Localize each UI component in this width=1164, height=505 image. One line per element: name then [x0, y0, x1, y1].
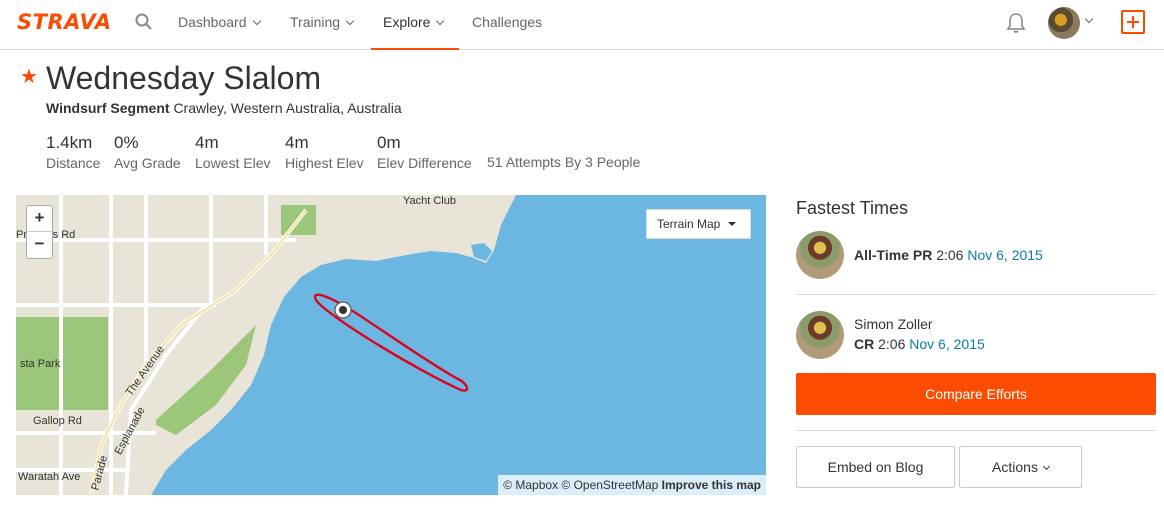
nav-challenges[interactable]: Challenges: [472, 0, 542, 50]
chevron-down-icon: [436, 16, 445, 26]
stat-highest-elev: 4m Highest Elev: [285, 133, 364, 171]
top-nav: STRAVA Dashboard Training Explore Challe…: [0, 0, 1164, 50]
segment-location: Crawley, Western Australia, Australia: [173, 100, 402, 116]
attempts-count: 51 Attempts By 3 People: [487, 154, 641, 170]
stat-elev-difference: 0m Elev Difference: [377, 133, 472, 171]
stat-distance: 1.4km Distance: [46, 133, 101, 171]
plus-icon[interactable]: [1121, 10, 1145, 34]
pr-effort: All-Time PR 2:06 Nov 6, 2015: [854, 247, 1043, 263]
star-icon[interactable]: ★: [20, 64, 38, 89]
avatar[interactable]: [1048, 7, 1080, 39]
chevron-down-icon: [252, 16, 261, 26]
pr-date-link[interactable]: Nov 6, 2015: [967, 247, 1043, 263]
segment-type: Windsurf Segment: [46, 100, 170, 116]
nav-explore[interactable]: Explore: [371, 0, 459, 50]
zoom-in-button[interactable]: +: [27, 206, 52, 232]
segment-map[interactable]: Princess Rd sta Park Gallop Rd Waratah A…: [16, 195, 766, 495]
map-layer-select[interactable]: Terrain Map: [646, 209, 751, 239]
map-label: Yacht Club: [403, 195, 456, 207]
strava-logo[interactable]: STRAVA: [17, 10, 112, 34]
compare-efforts-button[interactable]: Compare Efforts: [796, 373, 1156, 415]
actions-button[interactable]: Actions: [959, 446, 1082, 488]
avatar[interactable]: [796, 231, 844, 279]
map-label: Gallop Rd: [33, 415, 82, 427]
stat-avg-grade: 0% Avg Grade: [114, 133, 181, 171]
cr-date-link[interactable]: Nov 6, 2015: [909, 336, 985, 352]
caret-down-icon: [728, 222, 736, 226]
avatar[interactable]: [796, 311, 844, 359]
nav-training[interactable]: Training: [290, 0, 355, 50]
divider: [796, 294, 1156, 295]
nav-dashboard[interactable]: Dashboard: [178, 0, 261, 50]
map-canvas[interactable]: [16, 195, 766, 495]
bell-icon[interactable]: [1006, 12, 1026, 34]
search-icon[interactable]: [135, 13, 153, 31]
map-label: sta Park: [20, 358, 61, 370]
stat-lowest-elev: 4m Lowest Elev: [195, 133, 271, 171]
cr-effort: CR 2:06 Nov 6, 2015: [854, 336, 985, 352]
chevron-down-icon: [1042, 462, 1050, 471]
embed-on-blog-button[interactable]: Embed on Blog: [796, 446, 955, 488]
chevron-down-icon: [345, 16, 355, 26]
page-title: Wednesday Slalom: [46, 60, 322, 96]
zoom-out-button[interactable]: −: [27, 232, 52, 258]
zoom-controls: + −: [26, 205, 53, 259]
map-attribution: © Mapbox © OpenStreetMap Improve this ma…: [498, 475, 766, 495]
segment-subtitle: Windsurf Segment Crawley, Western Austra…: [46, 100, 402, 116]
divider: [796, 430, 1156, 431]
fastest-times-heading: Fastest Times: [796, 198, 909, 218]
improve-map-link[interactable]: Improve this map: [662, 478, 761, 492]
map-label: Waratah Ave: [18, 471, 81, 483]
chevron-down-icon[interactable]: [1084, 14, 1094, 24]
cr-athlete-name[interactable]: Simon Zoller: [854, 316, 933, 332]
